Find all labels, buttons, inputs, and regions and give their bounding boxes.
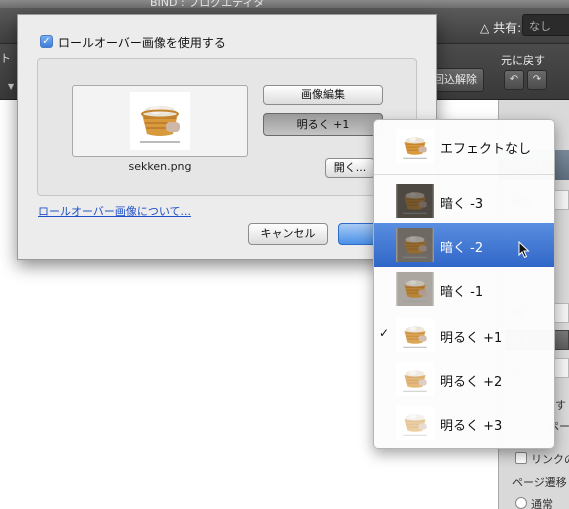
effect-thumbnail [396,406,434,440]
effect-menu-item-label: 暗く -2 [440,241,484,256]
effect-menu-item[interactable]: 明るく +2 [374,357,554,401]
basket-icon [397,228,433,262]
basket-icon [403,137,427,159]
basket-icon [397,362,433,396]
effect-menu-item[interactable]: エフェクトなし [374,124,554,168]
effect-thumbnail [396,272,434,306]
inspector-text-su: す [555,399,566,412]
screen: BIND : ブログエディタ △ 共有: なし ト ▼ 回込解除 元に戻す ↶ … [0,0,569,509]
menu-separator [374,174,554,175]
rollover-filename: sekken.png [128,160,192,173]
effect-menu-item-label: 暗く -1 [440,285,484,300]
inspector-radio-normal[interactable] [515,497,527,509]
share-select[interactable]: なし [522,14,569,36]
undo-label: 元に戻す [501,54,545,67]
effect-menu-item-label: 明るく +3 [440,419,503,434]
effect-menu-item-label: 明るく +2 [440,375,503,390]
edit-image-button[interactable]: 画像編集 [263,85,383,105]
effect-popup-button[interactable]: 明るく +1 [263,113,383,136]
share-label: △ 共有: [480,21,522,35]
effect-menu-item-label: エフェクトなし [440,142,532,157]
app-titlebar: BIND : ブログエディタ [0,0,569,9]
toolbar-left-arrow-icon: ▼ [8,82,15,91]
effect-menu-item[interactable]: ✓ 明るく +1 [374,313,554,357]
open-button[interactable]: 開く... [325,158,375,178]
basket-icon [397,406,433,440]
mouse-cursor-icon [518,241,530,259]
ok-button[interactable] [338,223,378,245]
basket-icon [397,184,433,218]
effect-thumbnail [396,318,434,352]
effect-thumbnail [396,129,434,163]
basket-icon [140,106,180,143]
effect-thumbnail [396,228,434,262]
rollover-help-link[interactable]: ロールオーバー画像について... [38,203,191,219]
share-icon: △ [480,21,490,35]
effect-menu-item[interactable]: 暗く -3 [374,179,554,223]
rollover-preview-image [130,92,190,150]
effect-thumbnail [396,184,434,218]
effect-menu: エフェクトなし 暗く -3 暗く -2 暗く -1 ✓ 明るく +1 明るく +2 明るく +… [373,119,555,449]
basket-icon [397,272,433,306]
rollover-checkbox-label: ロールオーバー画像を使用する [58,36,226,50]
cancel-button[interactable]: キャンセル [248,223,328,245]
redo-icon[interactable]: ↷ [527,70,547,90]
undo-icon[interactable]: ↶ [504,70,524,90]
effect-thumbnail [396,362,434,396]
inspector-page-transition-label: ページ遷移 [512,476,567,489]
effect-menu-item-label: 暗く -3 [440,197,484,212]
effect-menu-item[interactable]: 明るく +3 [374,401,554,445]
basket-icon [397,318,433,352]
checkmark-icon: ✓ [379,326,390,340]
inspector-link-checkbox[interactable] [515,452,527,464]
inspector-radio-normal-label: 通常 [531,498,553,509]
rollover-checkbox[interactable]: ✓ [40,35,53,48]
inspector-link-label: リンクの [531,453,569,466]
toolbar-left-label: ト [0,52,11,65]
effect-menu-item-label: 明るく +1 [440,331,503,346]
effect-menu-item[interactable]: 暗く -1 [374,267,554,311]
